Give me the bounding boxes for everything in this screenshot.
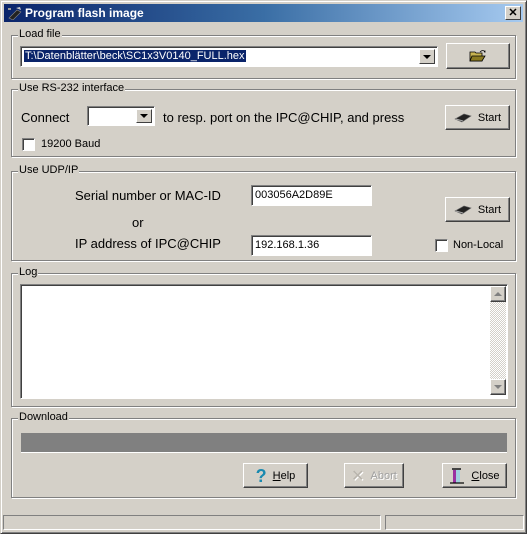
start-flash-icon: [454, 113, 472, 122]
close-window-button[interactable]: ✕: [505, 6, 521, 20]
log-group-label: Log: [18, 266, 39, 278]
udp-start-button[interactable]: Start: [445, 197, 510, 222]
load-file-group-label: Load file: [18, 28, 62, 40]
serial-number-label: Serial number or MAC-ID: [75, 188, 221, 203]
rs232-start-label: Start: [477, 111, 502, 124]
abort-x-icon: ✕: [351, 467, 365, 485]
scroll-up-arrow-icon: [494, 292, 502, 296]
log-scrollbar[interactable]: [490, 286, 506, 395]
help-label: Help: [272, 469, 296, 482]
program-flash-dialog: Program flash image ✕ Load file T:\Daten…: [0, 0, 527, 534]
serial-number-input[interactable]: 003056A2D89E: [251, 185, 372, 206]
rs232-group: Use RS-232 interface Connect to resp. po…: [11, 82, 516, 157]
ip-address-input[interactable]: 192.168.1.36: [251, 235, 372, 256]
download-progress-bar: [21, 433, 507, 453]
or-label: or: [132, 215, 144, 230]
scroll-down-button[interactable]: [490, 379, 506, 395]
non-local-label[interactable]: Non-Local: [453, 239, 503, 251]
rs232-instruction-text: to resp. port on the IPC@CHIP, and press: [163, 110, 405, 125]
ip-address-label: IP address of IPC@CHIP: [75, 236, 221, 251]
browse-file-button[interactable]: [446, 43, 510, 69]
ip-address-value: 192.168.1.36: [255, 239, 320, 251]
connect-label: Connect: [21, 110, 70, 125]
rs232-start-button[interactable]: Start: [445, 105, 510, 130]
file-path-dropdown-button[interactable]: [419, 49, 435, 64]
flash-chip-icon: [8, 7, 22, 20]
scroll-down-arrow-icon: [494, 385, 502, 389]
file-path-combobox[interactable]: T:\Datenblätter\beck\SC1x3V0140_FULL.hex: [20, 46, 438, 67]
help-button[interactable]: ? Help: [243, 463, 308, 488]
exit-door-icon: [450, 467, 465, 484]
serial-number-value: 003056A2D89E: [255, 189, 333, 201]
rs232-group-label: Use RS-232 interface: [18, 82, 126, 94]
non-local-checkbox[interactable]: [435, 239, 448, 252]
chevron-down-icon: [423, 54, 431, 59]
udp-group: Use UDP/IP Serial number or MAC-ID or IP…: [11, 164, 516, 261]
log-group: Log: [11, 266, 516, 407]
baud-19200-label[interactable]: 19200 Baud: [41, 138, 100, 150]
com-port-combobox[interactable]: [87, 106, 155, 126]
abort-button[interactable]: ✕ Abort: [344, 463, 404, 488]
status-bar: [3, 513, 524, 531]
start-flash-icon: [454, 205, 472, 214]
close-button[interactable]: Close: [442, 463, 507, 488]
com-port-dropdown-button[interactable]: [136, 109, 152, 123]
load-file-group: Load file T:\Datenblätter\beck\SC1x3V014…: [11, 28, 516, 79]
status-pane-right: [385, 515, 524, 530]
title-bar[interactable]: Program flash image ✕: [4, 4, 523, 22]
open-folder-icon: [469, 50, 486, 62]
log-textarea[interactable]: [20, 284, 508, 399]
help-question-icon: ?: [255, 465, 267, 486]
file-path-value[interactable]: T:\Datenblätter\beck\SC1x3V0140_FULL.hex: [24, 50, 246, 62]
window-title: Program flash image: [25, 6, 144, 20]
status-pane-left: [3, 515, 381, 530]
download-group-label: Download: [18, 411, 69, 423]
close-icon: ✕: [508, 7, 518, 19]
abort-label: Abort: [370, 469, 397, 482]
baud-19200-checkbox[interactable]: [22, 138, 35, 151]
close-label: Close: [471, 469, 500, 482]
chevron-down-icon: [140, 114, 148, 118]
download-group: Download ? Help ✕ Abort Close: [11, 411, 516, 498]
udp-group-label: Use UDP/IP: [18, 164, 80, 176]
scroll-up-button[interactable]: [490, 286, 506, 302]
udp-start-label: Start: [477, 203, 502, 216]
